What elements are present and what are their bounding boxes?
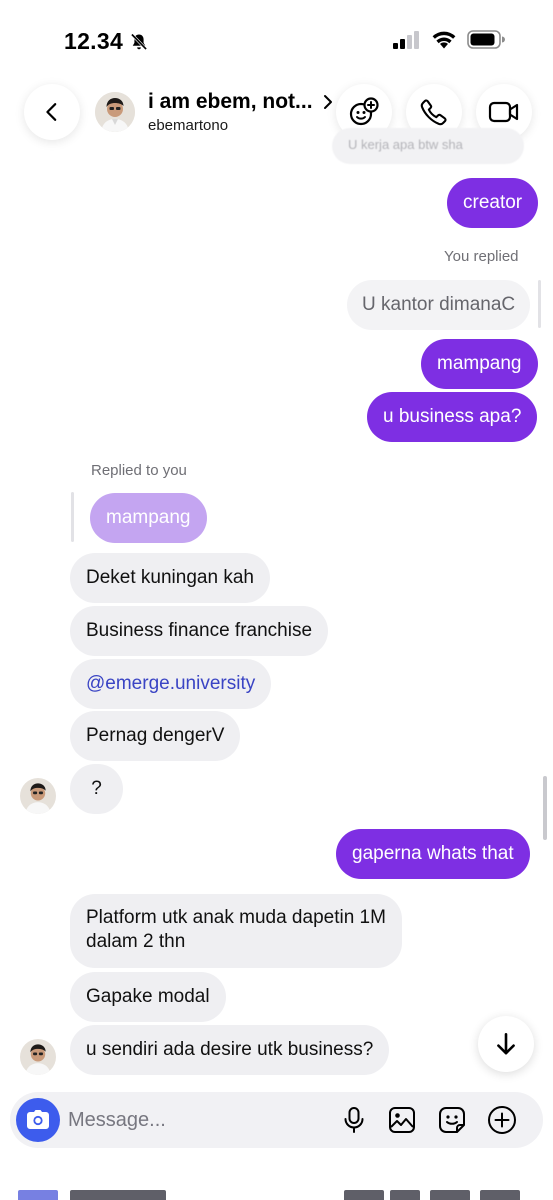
message-bubble-outgoing[interactable]: creator <box>447 178 539 228</box>
mention-link[interactable]: @emerge.university <box>86 673 255 694</box>
camera-icon <box>27 1110 49 1129</box>
clock-text: 12.34 <box>64 28 124 54</box>
message-bubble-incoming[interactable]: ? <box>70 764 123 814</box>
message-bubble-incoming[interactable]: Platform utk anak muda dapetin 1M dalam … <box>70 894 402 968</box>
chat-title: i am ebem, not... <box>148 90 333 114</box>
message-bubble-incoming[interactable]: @emerge.university <box>70 659 272 709</box>
camera-button[interactable] <box>16 1098 60 1142</box>
message-bubble-incoming[interactable]: Business finance franchise <box>70 606 329 656</box>
scroll-to-bottom-button[interactable] <box>478 1016 534 1072</box>
message-bubble-incoming[interactable]: Pernag dengerV <box>70 711 241 761</box>
voice-message-button[interactable] <box>338 1104 370 1136</box>
sticker-button[interactable] <box>436 1104 468 1136</box>
quoted-message[interactable]: mampang <box>90 493 207 543</box>
chat-title-block[interactable]: i am ebem, not... ebemartono <box>148 90 333 134</box>
quoted-message[interactable]: U kantor dimanaC <box>347 280 531 330</box>
status-bar: 12.34 <box>0 0 553 80</box>
message-line: dalam 2 thn <box>86 931 186 952</box>
sticker-icon <box>439 1107 465 1133</box>
video-icon <box>488 101 519 123</box>
gallery-button[interactable] <box>386 1104 418 1136</box>
profile-photo <box>95 92 135 132</box>
profile-photo <box>20 1039 56 1075</box>
message-bubble-outgoing[interactable]: mampang <box>421 339 538 389</box>
back-button[interactable] <box>24 84 80 140</box>
avatar[interactable] <box>95 92 135 132</box>
chat-username: ebemartono <box>148 117 229 134</box>
chevron-right-icon <box>323 95 332 109</box>
quote-bar <box>71 492 74 542</box>
faded-message-preview: U kerja apa btw sha <box>332 128 524 164</box>
replied-to-you-label: Replied to you <box>91 462 187 479</box>
message-bubble-incoming[interactable]: Gapake modal <box>70 972 226 1022</box>
avatar[interactable] <box>20 778 56 814</box>
back-arrow-icon <box>46 103 57 121</box>
avatar[interactable] <box>20 1039 56 1075</box>
wifi-icon <box>432 31 456 49</box>
message-line: Platform utk anak muda dapetin 1M <box>86 907 386 928</box>
message-bubble-incoming[interactable]: Deket kuningan kah <box>70 553 270 603</box>
message-bubble-outgoing[interactable]: u business apa? <box>367 392 538 442</box>
chat-title-text: i am ebem, not... <box>148 90 313 113</box>
gallery-icon <box>389 1107 415 1133</box>
message-composer <box>10 1092 543 1148</box>
message-input[interactable] <box>68 1100 328 1140</box>
clock: 12.34 <box>64 28 149 55</box>
battery-icon <box>467 30 505 49</box>
plus-icon <box>488 1106 516 1134</box>
phone-icon <box>420 99 447 126</box>
cropped-bottom-edge <box>0 1186 553 1200</box>
more-options-button[interactable] <box>486 1104 518 1136</box>
microphone-icon <box>344 1107 364 1133</box>
effects-icon <box>349 97 379 126</box>
message-bubble-incoming[interactable]: u sendiri ada desire utk business? <box>70 1025 390 1075</box>
you-replied-label: You replied <box>444 248 519 265</box>
signal-icon <box>393 30 419 49</box>
arrow-down-icon <box>497 1032 515 1055</box>
message-bubble-outgoing[interactable]: gaperna whats that <box>336 829 530 879</box>
scroll-indicator[interactable] <box>543 776 547 840</box>
quote-bar <box>538 280 541 328</box>
profile-photo <box>20 778 56 814</box>
bell-slash-icon <box>130 32 148 50</box>
